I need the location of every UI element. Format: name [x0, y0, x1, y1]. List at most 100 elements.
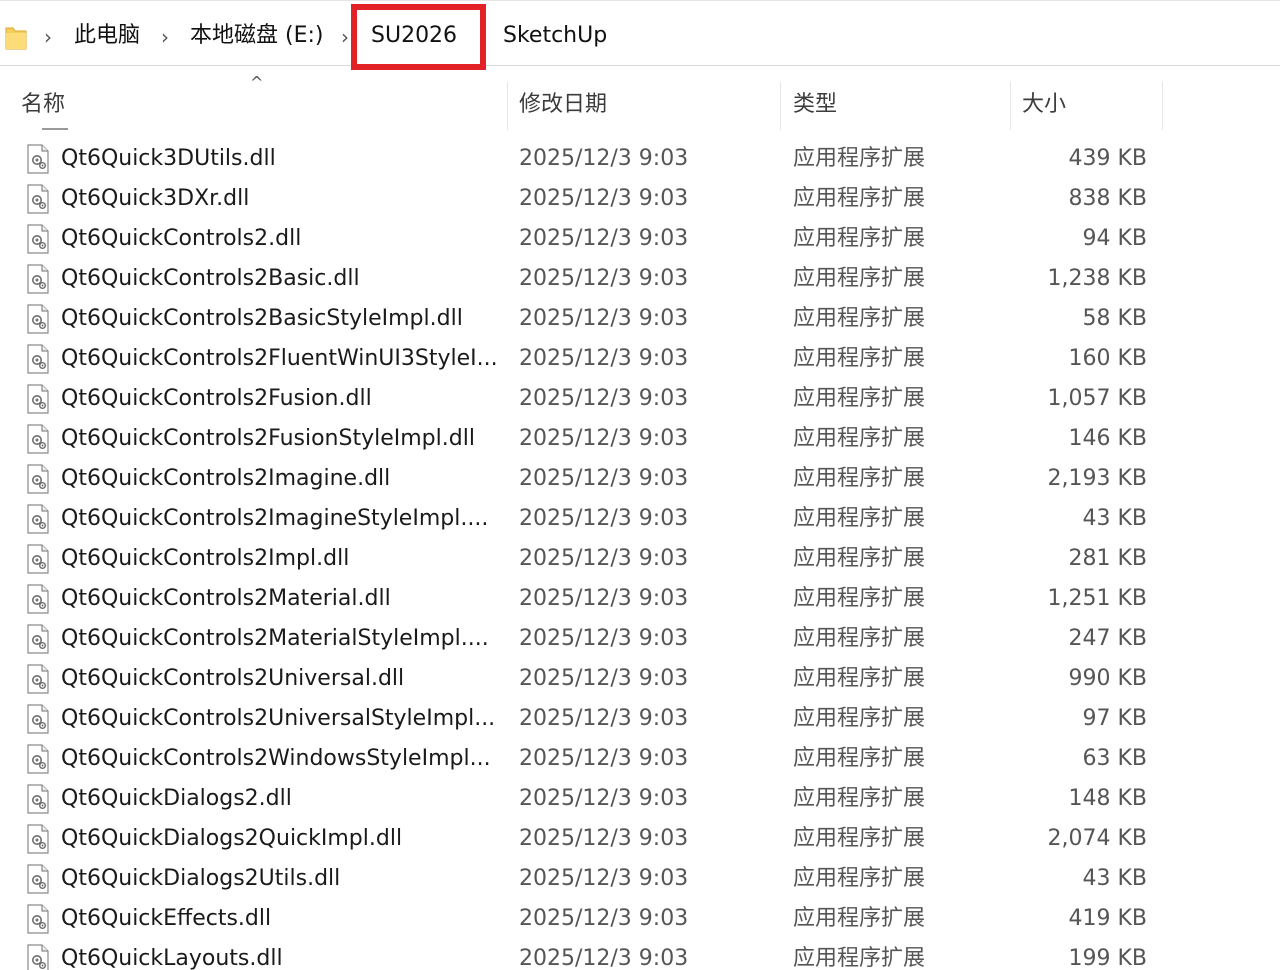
file-name[interactable]: Qt6QuickControls2Material.dll — [61, 579, 501, 619]
file-size: 146 KB — [1068, 426, 1147, 451]
breadcrumb-separator-icon[interactable]: › — [161, 23, 169, 51]
file-row[interactable]: Qt6QuickControls2FluentWinUI3StyleI... 2… — [0, 339, 1280, 379]
column-divider[interactable] — [1010, 82, 1011, 130]
file-modified-date: 2025/12/3 9:03 — [519, 786, 689, 811]
file-name[interactable]: Qt6QuickControls2FluentWinUI3StyleI... — [61, 339, 501, 379]
column-divider[interactable] — [780, 82, 781, 130]
file-name[interactable]: Qt6Quick3DXr.dll — [61, 179, 501, 219]
file-type: 应用程序扩展 — [793, 146, 926, 171]
dll-file-icon — [27, 184, 49, 214]
file-row[interactable]: Qt6QuickDialogs2.dll 2025/12/3 9:03 应用程序… — [0, 779, 1280, 819]
file-row[interactable]: Qt6QuickControls2WindowsStyleImpl... 202… — [0, 739, 1280, 779]
breadcrumb-separator-icon[interactable]: › — [44, 23, 52, 51]
dll-file-icon — [27, 424, 49, 454]
file-type: 应用程序扩展 — [793, 386, 926, 411]
file-modified-date: 2025/12/3 9:03 — [519, 426, 689, 451]
file-name[interactable]: Qt6QuickEffects.dll — [61, 899, 501, 939]
file-name[interactable]: Qt6QuickControls2WindowsStyleImpl... — [61, 739, 501, 779]
file-row[interactable]: Qt6QuickEffects.dll 2025/12/3 9:03 应用程序扩… — [0, 899, 1280, 939]
file-row[interactable]: Qt6QuickControls2.dll 2025/12/3 9:03 应用程… — [0, 219, 1280, 259]
file-name[interactable]: Qt6QuickControls2FusionStyleImpl.dll — [61, 419, 501, 459]
file-name[interactable]: Qt6QuickControls2Universal.dll — [61, 659, 501, 699]
file-row[interactable]: Qt6QuickControls2ImagineStyleImpl.... 20… — [0, 499, 1280, 539]
file-type: 应用程序扩展 — [793, 506, 926, 531]
file-modified-date: 2025/12/3 9:03 — [519, 586, 689, 611]
column-header-date[interactable]: 修改日期 — [519, 80, 607, 130]
file-modified-date: 2025/12/3 9:03 — [519, 866, 689, 891]
address-bar[interactable]: › 此电脑 › 本地磁盘 (E:) › SU2026 SketchUp — [0, 0, 1280, 66]
file-row[interactable]: Qt6QuickDialogs2QuickImpl.dll 2025/12/3 … — [0, 819, 1280, 859]
file-size: 2,074 KB — [1047, 826, 1148, 851]
file-size: 58 KB — [1082, 306, 1147, 331]
file-row[interactable]: Qt6Quick3DXr.dll 2025/12/3 9:03 应用程序扩展 8… — [0, 179, 1280, 219]
dll-file-icon — [27, 904, 49, 934]
file-row[interactable]: Qt6QuickControls2Basic.dll 2025/12/3 9:0… — [0, 259, 1280, 299]
file-size: 97 KB — [1082, 706, 1147, 731]
file-modified-date: 2025/12/3 9:03 — [519, 826, 689, 851]
file-modified-date: 2025/12/3 9:03 — [519, 386, 689, 411]
file-size: 43 KB — [1082, 866, 1147, 891]
dll-file-icon — [27, 544, 49, 574]
file-name[interactable]: Qt6QuickLayouts.dll — [61, 939, 501, 970]
file-modified-date: 2025/12/3 9:03 — [519, 346, 689, 371]
file-explorer-window: › 此电脑 › 本地磁盘 (E:) › SU2026 SketchUp ^ 名称… — [0, 0, 1280, 970]
file-size: 247 KB — [1068, 626, 1147, 651]
file-modified-date: 2025/12/3 9:03 — [519, 146, 689, 171]
file-type: 应用程序扩展 — [793, 866, 926, 891]
file-list: Qt6Quick3DUtils.dll 2025/12/3 9:03 应用程序扩… — [0, 139, 1280, 970]
file-type: 应用程序扩展 — [793, 466, 926, 491]
file-row[interactable]: Qt6QuickControls2UniversalStyleImpl... 2… — [0, 699, 1280, 739]
file-name[interactable]: Qt6QuickDialogs2Utils.dll — [61, 859, 501, 899]
file-row[interactable]: Qt6QuickControls2Universal.dll 2025/12/3… — [0, 659, 1280, 699]
file-row[interactable]: Qt6QuickDialogs2Utils.dll 2025/12/3 9:03… — [0, 859, 1280, 899]
file-row[interactable]: Qt6Quick3DUtils.dll 2025/12/3 9:03 应用程序扩… — [0, 139, 1280, 179]
file-name[interactable]: Qt6QuickControls2UniversalStyleImpl... — [61, 699, 501, 739]
breadcrumb-separator-icon[interactable]: › — [341, 23, 349, 51]
file-row[interactable]: Qt6QuickControls2Impl.dll 2025/12/3 9:03… — [0, 539, 1280, 579]
file-row[interactable]: Qt6QuickLayouts.dll 2025/12/3 9:03 应用程序扩… — [0, 939, 1280, 970]
file-row[interactable]: Qt6QuickControls2MaterialStyleImpl.... 2… — [0, 619, 1280, 659]
file-name[interactable]: Qt6QuickControls2Imagine.dll — [61, 459, 501, 499]
file-row[interactable]: Qt6QuickControls2BasicStyleImpl.dll 2025… — [0, 299, 1280, 339]
file-name[interactable]: Qt6QuickDialogs2QuickImpl.dll — [61, 819, 501, 859]
file-size: 838 KB — [1068, 186, 1147, 211]
file-name[interactable]: Qt6QuickControls2.dll — [61, 219, 501, 259]
file-row[interactable]: Qt6QuickControls2Fusion.dll 2025/12/3 9:… — [0, 379, 1280, 419]
column-header-name[interactable]: 名称 — [21, 80, 65, 130]
breadcrumb-item-local-disk[interactable]: 本地磁盘 (E:) — [190, 21, 323, 51]
column-header-type[interactable]: 类型 — [793, 80, 837, 130]
file-type: 应用程序扩展 — [793, 706, 926, 731]
file-type: 应用程序扩展 — [793, 826, 926, 851]
file-modified-date: 2025/12/3 9:03 — [519, 466, 689, 491]
file-name[interactable]: Qt6QuickControls2MaterialStyleImpl.... — [61, 619, 501, 659]
dll-file-icon — [27, 864, 49, 894]
column-divider[interactable] — [1162, 82, 1163, 130]
file-row[interactable]: Qt6QuickControls2Material.dll 2025/12/3 … — [0, 579, 1280, 619]
file-type: 应用程序扩展 — [793, 226, 926, 251]
file-name[interactable]: Qt6QuickControls2Basic.dll — [61, 259, 501, 299]
column-header-size[interactable]: 大小 — [1022, 80, 1066, 130]
file-size: 94 KB — [1082, 226, 1147, 251]
column-divider[interactable] — [507, 82, 508, 130]
file-name[interactable]: Qt6QuickControls2BasicStyleImpl.dll — [61, 299, 501, 339]
file-type: 应用程序扩展 — [793, 306, 926, 331]
dll-file-icon — [27, 584, 49, 614]
dll-file-icon — [27, 744, 49, 774]
file-modified-date: 2025/12/3 9:03 — [519, 666, 689, 691]
file-modified-date: 2025/12/3 9:03 — [519, 266, 689, 291]
file-row[interactable]: Qt6QuickControls2Imagine.dll 2025/12/3 9… — [0, 459, 1280, 499]
breadcrumb-item-sketchup[interactable]: SketchUp — [503, 21, 607, 51]
breadcrumb-item-this-pc[interactable]: 此电脑 — [74, 21, 140, 51]
file-name[interactable]: Qt6QuickControls2ImagineStyleImpl.... — [61, 499, 501, 539]
file-type: 应用程序扩展 — [793, 546, 926, 571]
dll-file-icon — [27, 264, 49, 294]
dll-file-icon — [27, 224, 49, 254]
folder-icon — [5, 27, 27, 50]
file-type: 应用程序扩展 — [793, 186, 926, 211]
file-name[interactable]: Qt6QuickControls2Fusion.dll — [61, 379, 501, 419]
file-row[interactable]: Qt6QuickControls2FusionStyleImpl.dll 202… — [0, 419, 1280, 459]
file-name[interactable]: Qt6Quick3DUtils.dll — [61, 139, 501, 179]
file-modified-date: 2025/12/3 9:03 — [519, 746, 689, 771]
file-name[interactable]: Qt6QuickControls2Impl.dll — [61, 539, 501, 579]
file-name[interactable]: Qt6QuickDialogs2.dll — [61, 779, 501, 819]
